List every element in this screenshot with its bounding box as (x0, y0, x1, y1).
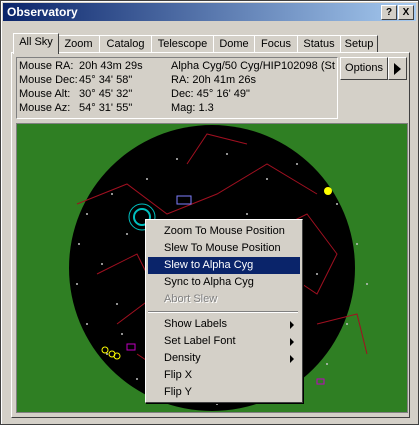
tab-status[interactable]: Status (297, 35, 341, 52)
title-bar[interactable]: Observatory ? X (3, 3, 416, 21)
menu-slew-to-mouse[interactable]: Slew To Mouse Position (148, 240, 300, 257)
menu-abort-slew: Abort Slew (164, 293, 218, 305)
menu-set-label-font-text: Set Label Font (164, 335, 236, 347)
submenu-arrow-icon (290, 321, 294, 329)
play-icon (394, 63, 401, 75)
bright-star-marker (324, 187, 332, 195)
menu-separator (148, 311, 298, 313)
object-dec: Dec: 45° 16' 49" (171, 88, 250, 100)
close-button[interactable]: X (398, 5, 414, 20)
context-menu: Zoom To Mouse Position Slew To Mouse Pos… (145, 219, 303, 403)
submenu-arrow-icon (290, 355, 294, 363)
mouse-dec-label: Mouse Dec: (19, 74, 78, 86)
options-button[interactable]: Options (340, 57, 388, 80)
tab-setup[interactable]: Setup (340, 35, 378, 52)
mouse-ra-label: Mouse RA: (19, 60, 74, 72)
tab-catalog[interactable]: Catalog (99, 35, 152, 52)
mouse-az-label: Mouse Az: (19, 102, 71, 114)
tab-dome[interactable]: Dome (213, 35, 255, 52)
info-box: Mouse RA: 20h 43m 29s Mouse Dec: 45° 34'… (16, 57, 338, 119)
menu-density-text: Density (164, 352, 201, 364)
menu-flip-y[interactable]: Flip Y (148, 384, 300, 401)
menu-slew-to-object[interactable]: Slew to Alpha Cyg (148, 257, 300, 274)
observatory-window: Observatory ? X All Sky Zoom Catalog Tel… (0, 0, 419, 425)
submenu-arrow-icon (290, 338, 294, 346)
menu-sync-to-object[interactable]: Sync to Alpha Cyg (148, 274, 300, 291)
tab-focus[interactable]: Focus (254, 35, 298, 52)
window-title: Observatory (7, 5, 78, 19)
tab-zoom[interactable]: Zoom (57, 35, 100, 52)
mouse-alt-value: 30° 45' 32" (79, 88, 133, 100)
tab-telescope[interactable]: Telescope (151, 35, 214, 52)
menu-show-labels[interactable]: Show Labels (148, 316, 300, 333)
help-button[interactable]: ? (381, 5, 397, 20)
menu-density[interactable]: Density (148, 350, 300, 367)
object-mag: Mag: 1.3 (171, 102, 214, 114)
menu-show-labels-text: Show Labels (164, 318, 227, 330)
object-name: Alpha Cyg/50 Cyg/HIP102098 (St (171, 60, 335, 72)
object-ra: RA: 20h 41m 26s (171, 74, 256, 86)
mouse-az-value: 54° 31' 55" (79, 102, 133, 114)
mouse-alt-label: Mouse Alt: (19, 88, 71, 100)
mouse-dec-value: 45° 34' 58" (79, 74, 133, 86)
menu-zoom-to-mouse[interactable]: Zoom To Mouse Position (148, 223, 300, 240)
mouse-ra-value: 20h 43m 29s (79, 60, 143, 72)
tab-all-sky[interactable]: All Sky (13, 33, 59, 54)
menu-set-label-font[interactable]: Set Label Font (148, 333, 300, 350)
options-arrow-button[interactable] (388, 57, 407, 80)
menu-flip-x[interactable]: Flip X (148, 367, 300, 384)
